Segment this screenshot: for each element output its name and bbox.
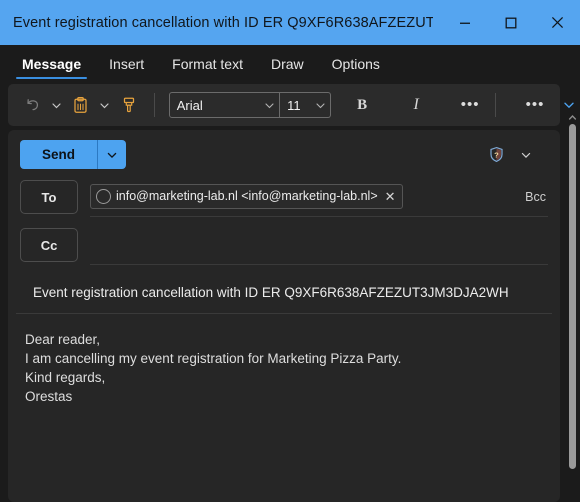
tab-insert[interactable]: Insert xyxy=(99,45,154,82)
to-input[interactable]: info@marketing-lab.nl <info@marketing-la… xyxy=(90,178,548,217)
italic-label: I xyxy=(413,96,419,113)
font-name-value: Arial xyxy=(176,97,203,113)
paste-icon xyxy=(74,96,88,113)
window-controls xyxy=(442,0,580,45)
maximize-icon xyxy=(505,17,517,28)
contact-avatar-icon xyxy=(96,188,111,204)
send-split-button: Send xyxy=(20,140,127,169)
cc-field-row: Cc xyxy=(8,226,560,265)
send-options-button[interactable] xyxy=(97,140,127,169)
close-button[interactable] xyxy=(534,0,580,45)
chevron-down-icon xyxy=(521,152,531,158)
send-row: Send ? xyxy=(8,130,560,178)
italic-button[interactable]: I xyxy=(399,90,433,120)
scroll-up-button[interactable] xyxy=(568,110,577,124)
tab-message[interactable]: Message xyxy=(12,45,91,82)
more-commands-label: ••• xyxy=(525,96,545,113)
bcc-button[interactable]: Bcc xyxy=(525,190,546,204)
window-title: Event registration cancellation with ID … xyxy=(13,14,433,31)
title-bar: Event registration cancellation with ID … xyxy=(0,0,580,45)
vertical-scrollbar[interactable] xyxy=(565,110,580,502)
paste-dropdown-button[interactable] xyxy=(98,90,112,120)
font-size-value: 11 xyxy=(287,97,301,113)
scrollbar-track[interactable] xyxy=(565,124,580,502)
formatting-toolbar: Arial 11 B I ••• ••• xyxy=(8,84,574,126)
shield-question-icon: ? xyxy=(489,146,503,163)
bold-button[interactable]: B xyxy=(345,90,379,120)
undo-button[interactable] xyxy=(16,90,50,120)
font-size-combobox[interactable]: 11 xyxy=(280,92,332,118)
bold-label: B xyxy=(357,96,368,113)
cc-button[interactable]: Cc xyxy=(20,228,78,262)
to-button[interactable]: To xyxy=(20,180,78,214)
undo-dropdown-button[interactable] xyxy=(50,90,64,120)
font-name-combobox[interactable]: Arial xyxy=(168,92,281,118)
tab-options-label: Options xyxy=(331,55,380,72)
minimize-icon xyxy=(460,22,470,24)
tab-format-text-label: Format text xyxy=(172,55,243,72)
compose-window: Event registration cancellation with ID … xyxy=(0,0,580,502)
tab-draw-label: Draw xyxy=(270,55,304,72)
chevron-down-icon xyxy=(265,102,274,108)
ribbon-tabs: Message Insert Format text Draw Options xyxy=(0,45,580,82)
compose-panel: Send ? To info@marketing-lab.nl <info@ma… xyxy=(8,130,560,502)
remove-recipient-icon[interactable]: ✕ xyxy=(385,190,396,203)
more-commands-button[interactable]: ••• xyxy=(518,90,552,120)
tab-insert-label: Insert xyxy=(109,55,145,72)
format-painter-icon xyxy=(123,97,135,113)
chevron-down-icon xyxy=(107,152,117,158)
toolbar-divider-1 xyxy=(153,93,155,117)
chevron-down-icon xyxy=(316,102,325,108)
chevron-up-icon xyxy=(568,114,577,120)
maximize-button[interactable] xyxy=(488,0,534,45)
sensitivity-button[interactable]: ? xyxy=(482,141,510,169)
body-line: Kind regards, xyxy=(25,370,106,385)
chevron-down-icon xyxy=(52,102,62,108)
paste-button[interactable] xyxy=(64,90,98,120)
more-formatting-button[interactable]: ••• xyxy=(453,90,487,120)
body-line: Dear reader, xyxy=(25,332,101,347)
message-body[interactable]: Dear reader, I am cancelling my event re… xyxy=(8,314,560,502)
tab-draw[interactable]: Draw xyxy=(261,45,314,82)
body-line: Orestas xyxy=(25,389,73,404)
cc-input[interactable] xyxy=(90,226,548,265)
send-button[interactable]: Send xyxy=(20,140,98,169)
recipient-label: info@marketing-lab.nl <info@marketing-la… xyxy=(116,189,378,203)
message-options-chevron-button[interactable] xyxy=(512,141,540,169)
font-name-chevron[interactable] xyxy=(259,100,279,111)
minimize-button[interactable] xyxy=(442,0,488,45)
undo-icon xyxy=(27,99,39,111)
font-size-chevron[interactable] xyxy=(310,100,330,111)
tab-message-label: Message xyxy=(22,55,82,72)
subject-row[interactable]: Event registration cancellation with ID … xyxy=(16,271,552,314)
chevron-down-icon xyxy=(100,102,110,108)
toolbar-divider-2 xyxy=(495,93,497,117)
body-line: I am cancelling my event registration fo… xyxy=(25,351,402,366)
subject-input: Event registration cancellation with ID … xyxy=(33,285,509,300)
to-field-row: To info@marketing-lab.nl <info@marketing… xyxy=(8,178,560,217)
scrollbar-thumb[interactable] xyxy=(569,124,576,469)
tab-format-text[interactable]: Format text xyxy=(162,45,253,82)
tab-options[interactable]: Options xyxy=(322,45,390,82)
svg-text:?: ? xyxy=(494,150,499,159)
recipient-chip[interactable]: info@marketing-lab.nl <info@marketing-la… xyxy=(90,183,403,209)
close-icon xyxy=(551,16,563,29)
more-formatting-label: ••• xyxy=(460,96,480,113)
message-options: ? xyxy=(482,141,540,169)
format-painter-button[interactable] xyxy=(112,90,146,120)
